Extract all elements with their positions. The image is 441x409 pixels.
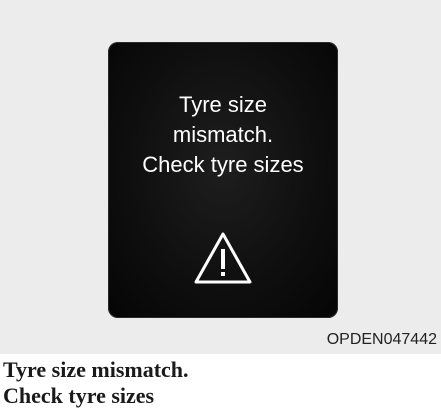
caption-line-2: Check tyre sizes bbox=[3, 383, 155, 408]
warning-message-line-2: mismatch. bbox=[172, 122, 274, 147]
cluster-display-screen: Tyre size mismatch. Check tyre sizes bbox=[108, 42, 338, 318]
warning-message-line-1: Tyre size bbox=[178, 92, 268, 117]
warning-message-line-3: Check tyre sizes bbox=[142, 152, 304, 177]
figure-code: OPDEN047442 bbox=[326, 331, 437, 348]
warning-triangle-icon bbox=[194, 232, 252, 284]
caption-line-1: Tyre size mismatch. bbox=[3, 357, 189, 382]
caption-heading: Tyre size mismatch. Check tyre sizes bbox=[3, 357, 189, 409]
figure-panel: Tyre size mismatch. Check tyre sizes OPD… bbox=[0, 0, 441, 354]
warning-message: Tyre size mismatch. Check tyre sizes bbox=[108, 90, 338, 180]
